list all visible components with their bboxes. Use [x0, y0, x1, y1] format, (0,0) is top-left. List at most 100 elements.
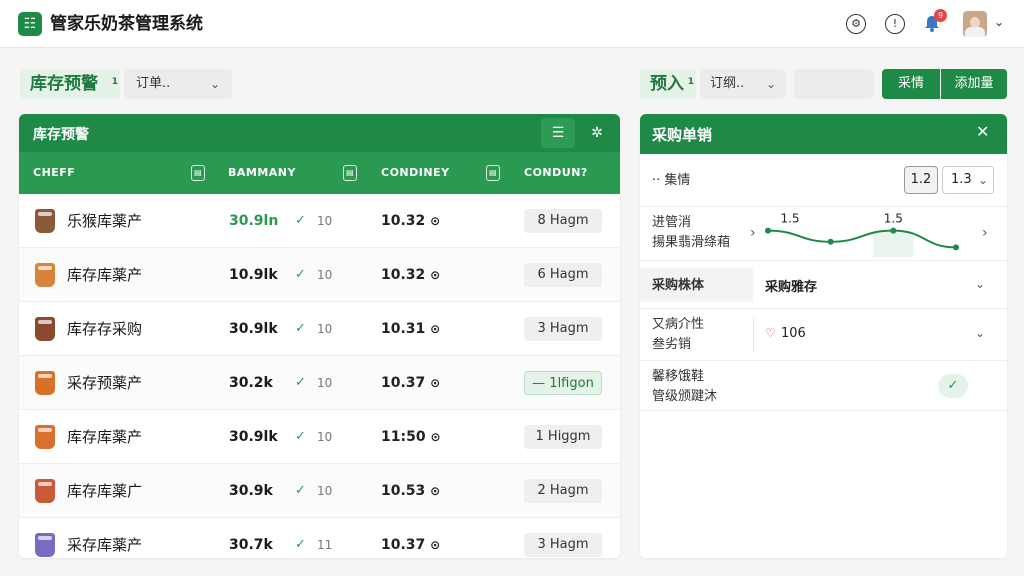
type-select-value[interactable]: 采购雅存: [765, 276, 817, 295]
table-row[interactable]: 采存预薬产 30.2k ✓ 10 10.37 ⊙ — 1lfigon: [19, 356, 620, 410]
milk-tea-cup-icon: [35, 479, 55, 503]
status-badge[interactable]: 8 Hagm: [524, 209, 602, 233]
milk-tea-cup-icon: [35, 533, 55, 557]
time-text: 10.37: [381, 537, 426, 553]
table-row[interactable]: 库存库薬广 30.9k ✓ 10 10.53 ⊙ 2 Hagm: [19, 464, 620, 518]
check-icon: ✓: [295, 429, 306, 444]
milk-tea-cup-icon: [35, 371, 55, 395]
time-value: 11:50 ⊙: [381, 410, 441, 464]
status-badge[interactable]: 2 Hagm: [524, 479, 602, 503]
value-box[interactable]: 1.2: [904, 166, 938, 194]
incoming-chip[interactable]: 预入 1: [640, 69, 696, 99]
check-icon: ✓: [295, 267, 306, 282]
item-count: 10: [317, 376, 333, 390]
time-text: 10.37: [381, 375, 426, 391]
chip-badge: 1: [111, 77, 118, 87]
clock-icon: ⊙: [430, 322, 441, 336]
item-count: 10: [317, 214, 333, 228]
highlight-band: [873, 230, 914, 257]
milk-tea-cup-icon: [35, 425, 55, 449]
inventory-alert-chip[interactable]: 库存预警 1: [20, 69, 120, 99]
confirm-check-icon[interactable]: ✓: [938, 374, 968, 398]
status-badge[interactable]: 1 Higgm: [524, 425, 602, 449]
chip-badge: 1: [687, 77, 694, 87]
value-select-text: 1.3: [951, 172, 972, 187]
close-icon[interactable]: ✕: [976, 122, 989, 141]
row-label: 进管消: [652, 215, 692, 230]
filter-select-value: 订纲..: [710, 76, 745, 91]
status-badge[interactable]: — 1lfigon: [524, 371, 602, 395]
clock-icon: ⊙: [430, 484, 441, 498]
inventory-alert-chip-label: 库存预警: [30, 74, 98, 94]
purchase-button[interactable]: 采情: [882, 69, 940, 99]
chevron-left-icon[interactable]: ›: [750, 225, 756, 241]
chevron-down-icon[interactable]: ⌄: [975, 326, 985, 340]
add-quantity-button[interactable]: 添加量: [941, 69, 1007, 99]
column-header[interactable]: CONDINEY: [381, 152, 450, 194]
item-count: 10: [317, 322, 333, 336]
status-badge[interactable]: 6 Hagm: [524, 263, 602, 287]
clock-icon: ⊙: [430, 430, 441, 444]
time-value: 10.32 ⊙: [381, 194, 440, 248]
time-value: 10.37 ⊙: [381, 356, 440, 410]
chevron-down-icon[interactable]: ⌄: [975, 277, 985, 291]
purchase-row-detail: ·· 集情 1.2 1.3 ⌄: [640, 154, 1007, 207]
item-name: 采存库薬产: [67, 536, 143, 554]
time-text: 10.32: [381, 267, 426, 283]
item-name: 库存库薬产: [67, 266, 143, 284]
filter-icon[interactable]: ▤: [191, 165, 205, 181]
stock-value: 30.9ln: [229, 213, 279, 229]
info-icon[interactable]: !: [885, 14, 905, 34]
trend-point-label: 1.5: [780, 212, 799, 226]
settings-icon[interactable]: ⚙: [846, 14, 866, 34]
column-header[interactable]: CONDUN?: [524, 152, 588, 194]
item-count: 10: [317, 268, 333, 282]
time-text: 10.31: [381, 321, 426, 337]
item-name: 库存存采购: [67, 320, 143, 338]
table-row[interactable]: 采存库薬产 30.7k ✓ 11 10.37 ⊙ 3 Hagm: [19, 518, 620, 558]
column-header[interactable]: CHEFF: [33, 152, 75, 194]
status-badge[interactable]: 3 Hagm: [524, 533, 602, 557]
trend-point: [890, 227, 897, 234]
row-label: 管级颁踺沐: [652, 389, 718, 404]
status-badge[interactable]: 3 Hagm: [524, 317, 602, 341]
table-row[interactable]: 库存库薬产 10.9lk ✓ 10 10.32 ⊙ 6 Hagm: [19, 248, 620, 302]
settings-icon[interactable]: ✲: [585, 118, 609, 148]
notification-badge: 9: [934, 9, 947, 22]
order-select[interactable]: 订单.. ⌄: [124, 69, 232, 99]
stock-value: 30.9lk: [229, 429, 278, 445]
row-label: 揚果翡滑绦葙: [652, 235, 731, 250]
stock-value: 30.9lk: [229, 321, 278, 337]
trend-point: [765, 227, 771, 234]
chevron-down-icon: ⌄: [977, 173, 988, 187]
item-count: 10: [317, 430, 333, 444]
row-label: 馨移饿鞋: [652, 369, 705, 384]
incoming-chip-label: 预入: [650, 74, 684, 94]
trend-chart: 1.5 1.5: [765, 212, 959, 257]
filter-icon[interactable]: ▤: [343, 165, 357, 181]
stock-value: 10.9lk: [229, 267, 278, 283]
chevron-right-icon[interactable]: ›: [982, 225, 988, 241]
user-menu-chevron-icon[interactable]: ⌄: [994, 15, 1004, 29]
chevron-down-icon: ⌄: [209, 77, 220, 91]
time-value: 10.53 ⊙: [381, 464, 440, 518]
filter-select[interactable]: 订纲.. ⌄: [700, 69, 786, 99]
item-name: 采存预薬产: [67, 374, 143, 392]
table-row[interactable]: 乐猴库薬产 30.9ln ✓ 10 10.32 ⊙ 8 Hagm: [19, 194, 620, 248]
column-header[interactable]: BAMMANY: [228, 152, 296, 194]
purchase-panel: 采购单销 ✕ ·· 集情 1.2 1.3 ⌄ 进管消 揚果翡滑绦葙 › 1.5 1…: [640, 114, 1007, 558]
row-label: 采购株体: [652, 278, 705, 293]
filter-icon[interactable]: ▤: [486, 165, 500, 181]
trend-point: [827, 238, 834, 245]
clock-icon: ⊙: [430, 376, 441, 390]
table-row[interactable]: 库存存采购 30.9lk ✓ 10 10.31 ⊙ 3 Hagm: [19, 302, 620, 356]
search-input[interactable]: [794, 69, 874, 99]
purchase-row-trend: 进管消 揚果翡滑绦葙 › 1.5 1.5 ›: [640, 207, 1007, 261]
avatar[interactable]: [963, 11, 987, 37]
value-select[interactable]: 1.3 ⌄: [942, 166, 994, 194]
check-icon: ✓: [295, 483, 306, 498]
list-view-icon[interactable]: ☰: [541, 118, 575, 148]
table-row[interactable]: 库存库薬产 30.9lk ✓ 10 11:50 ⊙ 1 Higgm: [19, 410, 620, 464]
app-logo-icon: ☷: [18, 12, 42, 36]
row-label: 叁劣销: [652, 337, 692, 352]
